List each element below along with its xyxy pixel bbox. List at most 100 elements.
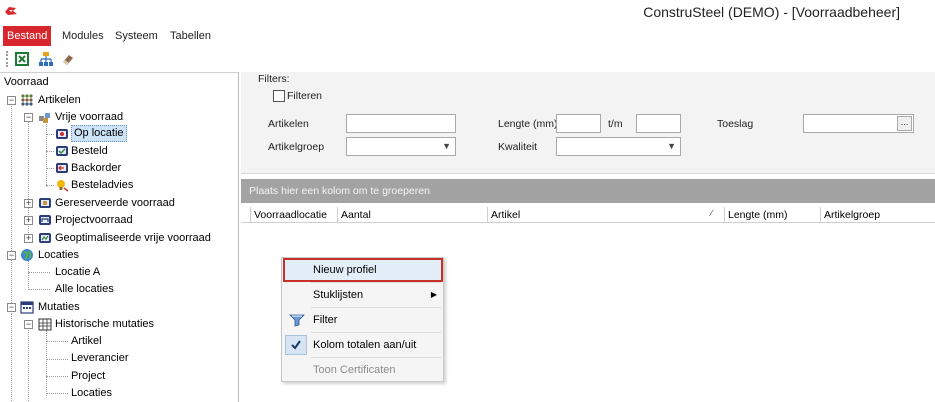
tree-node-mutaties[interactable]: − Mutaties: [0, 299, 238, 315]
tree-node-project[interactable]: Project: [0, 368, 238, 384]
kwaliteit-label: Kwaliteit: [498, 141, 538, 153]
sort-indicator-icon: ⁄: [711, 208, 713, 218]
artikelen-label: Artikelen: [268, 118, 309, 130]
tree-node-gereserveerde-voorraad[interactable]: + Gereserveerde voorraad: [0, 195, 238, 211]
column-lengte[interactable]: Lengte (mm): [724, 207, 820, 223]
menu-systeem[interactable]: Systeem: [111, 26, 162, 46]
grid-dots-icon: [21, 94, 33, 106]
lengte-to-input[interactable]: [636, 114, 681, 133]
chevron-down-icon: ▼: [667, 141, 676, 151]
tree-label: Artikelen: [38, 94, 81, 106]
org-chart-icon[interactable]: [38, 51, 54, 67]
toeslag-input[interactable]: ...: [803, 114, 914, 133]
lengte-label: Lengte (mm): [498, 118, 558, 130]
tree-node-besteladvies[interactable]: Besteladvies: [0, 177, 238, 193]
filter-icon: [289, 314, 305, 327]
calendar-icon: [20, 301, 34, 314]
expand-toggle[interactable]: +: [24, 216, 33, 225]
tree-label: Gereserveerde voorraad: [55, 197, 175, 209]
kwaliteit-select[interactable]: ▼: [556, 137, 681, 156]
tree-node-artikelen[interactable]: − Artikelen: [0, 92, 238, 108]
lightbulb-icon: [57, 180, 69, 192]
tree-label: Locaties: [38, 249, 79, 261]
menu-modules[interactable]: Modules: [58, 26, 108, 46]
tree-line: [46, 185, 54, 186]
menu-bestand[interactable]: Bestand: [3, 26, 52, 46]
tree-label: Op locatie: [71, 125, 127, 142]
order-tag-icon: [56, 146, 68, 156]
optimized-tag-icon: [39, 233, 51, 243]
tree-label: Backorder: [71, 162, 122, 174]
chevron-down-icon: ▼: [442, 141, 451, 151]
toeslag-browse-button[interactable]: ...: [897, 116, 912, 131]
filters-panel: Filters: Filteren Artikelen Artikelgroep…: [241, 72, 935, 174]
collapse-toggle[interactable]: −: [7, 96, 16, 105]
tree-panel: Voorraad − Artikelen − Vrije voorraad Op…: [0, 72, 239, 402]
tree-node-op-locatie[interactable]: Op locatie: [0, 125, 238, 142]
tree-title: Voorraad: [4, 76, 49, 88]
column-voorraadlocatie[interactable]: Voorraadlocatie: [250, 207, 337, 223]
menu-item-toon-certificaten[interactable]: Toon Certificaten: [283, 358, 443, 382]
eraser-icon[interactable]: [60, 51, 76, 67]
toeslag-label: Toeslag: [717, 118, 754, 130]
column-artikelgroep[interactable]: Artikelgroep: [820, 207, 935, 223]
tree-label: Projectvoorraad: [55, 214, 133, 226]
tree-node-projectvoorraad[interactable]: + Projectvoorraad: [0, 212, 238, 228]
tree-node-vrije-voorraad[interactable]: − Vrije voorraad: [0, 109, 238, 125]
menu-item-label: Stuklijsten: [313, 289, 364, 301]
globe-icon: [21, 249, 33, 261]
tree-node-artikel[interactable]: Artikel: [0, 333, 238, 349]
artikelen-input[interactable]: [346, 114, 456, 133]
tree-label: Besteladvies: [71, 179, 134, 191]
context-menu: Nieuw profiel Stuklijsten ▶ Filter Kolom…: [281, 257, 444, 382]
menu-item-label: Kolom totalen aan/uit: [313, 339, 417, 351]
tree-node-locatie-a[interactable]: Locatie A: [0, 264, 238, 280]
history-grid-icon: [38, 318, 52, 331]
tree-label: Historische mutaties: [55, 318, 155, 330]
artikelgroep-label: Artikelgroep: [268, 141, 325, 153]
expand-toggle[interactable]: +: [24, 199, 33, 208]
menu-item-label: Nieuw profiel: [313, 264, 377, 276]
window-title: ConstruSteel (DEMO) - [Voorraadbeheer]: [643, 4, 900, 20]
tree-node-geoptimaliseerde-vrije-voorraad[interactable]: + Geoptimaliseerde vrije voorraad: [0, 230, 238, 246]
column-artikel[interactable]: Artikel: [487, 207, 724, 223]
submenu-arrow-icon: ▶: [430, 290, 437, 299]
tree-node-besteld[interactable]: Besteld: [0, 143, 238, 159]
group-by-panel[interactable]: Plaats hier een kolom om te groeperen: [241, 179, 935, 203]
tree-node-leverancier[interactable]: Leverancier: [0, 350, 238, 366]
tree-label: Vrije voorraad: [55, 111, 124, 123]
menu-item-filter[interactable]: Filter: [283, 308, 443, 332]
tree-line: [46, 151, 54, 152]
menu-tabellen[interactable]: Tabellen: [166, 26, 215, 46]
collapse-toggle[interactable]: −: [7, 303, 16, 312]
menu-item-label: Toon Certificaten: [313, 364, 396, 376]
lengte-from-input[interactable]: [556, 114, 601, 133]
artikelgroep-select[interactable]: ▼: [346, 137, 456, 156]
column-aantal[interactable]: Aantal: [337, 207, 487, 223]
tree-label: Besteld: [71, 145, 108, 157]
excel-icon[interactable]: [14, 51, 30, 67]
tree-label: Mutaties: [38, 301, 80, 313]
tree-label: Locaties: [71, 387, 112, 399]
tree-node-historische-mutaties[interactable]: − Historische mutaties: [0, 316, 238, 332]
tree-node-backorder[interactable]: Backorder: [0, 160, 238, 176]
menu-item-label: Filter: [313, 314, 338, 326]
collapse-toggle[interactable]: −: [7, 251, 16, 260]
backorder-tag-icon: [56, 163, 68, 173]
tree-node-locaties[interactable]: − Locaties: [0, 247, 238, 263]
tree-node-locaties-sub[interactable]: Locaties: [0, 385, 238, 401]
collapse-toggle[interactable]: −: [24, 320, 33, 329]
filteren-label: Filteren: [287, 90, 323, 102]
collapse-toggle[interactable]: −: [24, 113, 33, 122]
expand-toggle[interactable]: +: [24, 234, 33, 243]
toolbar-grip[interactable]: [6, 51, 8, 67]
location-tag-icon: [56, 129, 68, 139]
menu-item-kolom-totalen[interactable]: Kolom totalen aan/uit: [283, 333, 443, 357]
menu-item-stuklijsten[interactable]: Stuklijsten ▶: [283, 283, 443, 307]
tree-label: Artikel: [71, 335, 102, 347]
toolbar: [0, 48, 935, 70]
tree-node-alle-locaties[interactable]: Alle locaties: [0, 281, 238, 297]
filteren-checkbox[interactable]: [273, 90, 285, 102]
menu-item-nieuw-profiel[interactable]: Nieuw profiel: [283, 258, 443, 282]
tree-label: Project: [71, 370, 106, 382]
